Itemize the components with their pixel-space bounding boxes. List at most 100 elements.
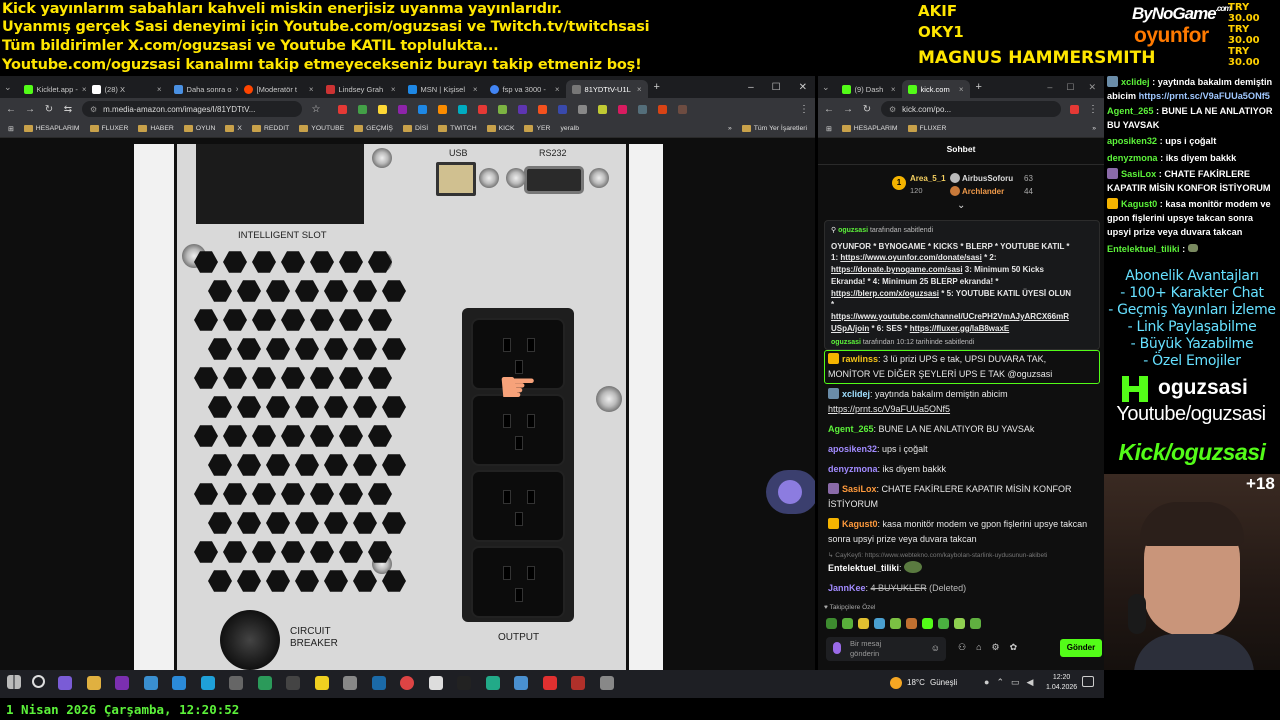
pinned-link[interactable]: https://donate.bynogame.com/sasi <box>831 265 963 274</box>
moderation-icon[interactable]: ✿ <box>1010 642 1018 653</box>
extension-icon[interactable] <box>618 104 627 114</box>
emote-icon[interactable] <box>906 618 917 629</box>
network-icon[interactable]: ▭ <box>1011 677 1020 688</box>
chat-username[interactable]: xclidej <box>842 389 870 399</box>
bookmark-twitch[interactable]: TWITCH <box>438 125 477 132</box>
chat-input[interactable]: Bir mesaj gönderin ☺ <box>826 637 946 661</box>
obs-icon[interactable] <box>286 676 300 690</box>
close-tab-icon[interactable]: × <box>391 85 396 94</box>
tab-kick[interactable]: kick.com × <box>901 80 970 98</box>
emote-icon[interactable] <box>890 618 901 629</box>
star-icon[interactable]: ☆ <box>311 104 321 115</box>
chat-username[interactable]: Kagust0 <box>842 519 878 529</box>
forward-icon[interactable]: → <box>843 104 853 115</box>
close-tab-icon[interactable]: × <box>473 85 478 94</box>
bookmark-apps-icon[interactable]: ⊞ <box>8 125 14 133</box>
chat-username[interactable]: denyzmona <box>828 464 878 474</box>
maximize-icon[interactable]: ☐ <box>772 82 781 93</box>
tab-ups-image[interactable]: 81YDTtV-U1L × <box>565 80 648 98</box>
weather-temp[interactable]: 18°C <box>907 678 925 687</box>
chat-username[interactable]: SasiLox <box>842 484 877 494</box>
search-icon[interactable] <box>32 675 45 688</box>
monitor-app-icon[interactable] <box>143 676 158 690</box>
chat-username[interactable]: rawlinss <box>842 354 878 364</box>
bookmark-haber[interactable]: HABER <box>138 125 174 132</box>
maximize-icon[interactable]: ☐ <box>1066 82 1074 93</box>
all-bookmarks[interactable]: Tüm Yer İşaretleri <box>741 125 807 132</box>
tab-x[interactable]: (28) X × <box>86 80 168 98</box>
chrome-icon[interactable] <box>400 676 414 690</box>
close-tab-icon[interactable]: × <box>637 85 642 94</box>
url-field[interactable]: ⚙ m.media-amazon.com/images/I/81YDTtV... <box>82 101 302 117</box>
back-icon[interactable]: ← <box>824 104 834 115</box>
network-app-icon[interactable] <box>485 676 500 690</box>
ai-assistant-icon[interactable] <box>766 470 815 514</box>
leader-name-2[interactable]: AirbusSoforu <box>962 174 1013 183</box>
pinned-by-user[interactable]: oguzsasi <box>838 227 868 234</box>
tab-list-icon[interactable]: ⌄ <box>822 82 830 93</box>
notifications-icon[interactable] <box>1082 676 1094 687</box>
emote-icon[interactable] <box>922 618 933 629</box>
tab-later[interactable]: Daha sonra o× <box>168 80 238 98</box>
sticky-notes-icon[interactable] <box>314 676 329 690</box>
new-tab-button[interactable]: + <box>976 81 982 93</box>
extension-icon[interactable] <box>418 104 427 114</box>
new-tab-button[interactable]: + <box>654 81 660 93</box>
extension-icon[interactable] <box>598 104 607 114</box>
bookmark-apps-icon[interactable]: ⊞ <box>826 125 832 133</box>
bookmark-x[interactable]: X <box>225 125 242 132</box>
reload-icon[interactable]: ↻ <box>44 104 54 115</box>
bookmark-yeralb[interactable]: yeralb <box>560 125 579 132</box>
tab-moderator[interactable]: [Moderatör t × <box>238 80 320 98</box>
tab-fsp[interactable]: fsp va 3000 - × <box>484 80 566 98</box>
taskbar-clock[interactable]: 12:20 1.04.2026 <box>1046 673 1077 693</box>
edge-icon[interactable] <box>200 676 215 690</box>
menu-icon[interactable]: ⋮ <box>799 104 809 115</box>
profile-avatar[interactable] <box>678 104 687 114</box>
forward-icon[interactable]: → <box>25 104 35 115</box>
extension-icon[interactable] <box>558 104 567 114</box>
extension-icon[interactable] <box>398 104 407 114</box>
pinned-link[interactable]: https://www.oyunfor.com/donate/sasi <box>840 253 982 262</box>
extension-icon[interactable] <box>638 104 647 114</box>
close-window-icon[interactable]: ✕ <box>799 82 807 93</box>
close-tab-icon[interactable]: × <box>555 85 560 94</box>
extension-icon[interactable] <box>1070 104 1079 114</box>
pinned-link[interactable]: USpA/join <box>831 324 869 333</box>
emote-icon[interactable] <box>826 618 837 629</box>
bookmark-gecmis[interactable]: GEÇMİŞ <box>354 125 393 132</box>
menu-icon[interactable]: ⋮ <box>1088 104 1098 115</box>
start-button[interactable] <box>7 675 21 689</box>
pinned-link[interactable]: https://www.youtube.com/channel/UCrePH2V… <box>831 312 1069 321</box>
close-tab-icon[interactable]: × <box>157 85 162 94</box>
bookmark-fluxer[interactable]: FLUXER <box>907 125 946 132</box>
mic-icon[interactable]: ● <box>984 677 989 688</box>
onenote-icon[interactable] <box>115 676 129 690</box>
site-info-icon[interactable]: ⚙ <box>889 105 896 114</box>
extension-icon[interactable] <box>658 104 667 114</box>
extension-icon[interactable] <box>358 104 367 114</box>
bookmark-youtube[interactable]: YOUTUBE <box>299 125 344 132</box>
vivaldi-icon[interactable] <box>542 676 557 690</box>
chat-username[interactable]: Agent_265 <box>828 424 874 434</box>
extension-icon[interactable] <box>378 104 387 114</box>
emoji-icon[interactable]: ☺ <box>931 643 940 653</box>
bookmark-hesaplarim[interactable]: HESAPLARIM <box>841 125 898 132</box>
microphone-icon[interactable] <box>833 642 841 654</box>
extension-icon[interactable] <box>478 104 487 114</box>
reload-icon[interactable]: ↻ <box>862 104 872 115</box>
file-explorer-icon[interactable] <box>86 676 101 690</box>
extension-icon[interactable] <box>518 104 527 114</box>
bookmark-oyun[interactable]: OYUN <box>183 125 215 132</box>
bookmark-overflow-icon[interactable]: » <box>1092 125 1096 132</box>
pinned-link[interactable]: https://blerp.com/x/oguzsasi <box>831 289 939 298</box>
settings-icon[interactable]: ⚙ <box>992 642 1000 653</box>
extension-icon[interactable] <box>338 104 347 114</box>
send-button[interactable]: Gönder <box>1060 639 1102 657</box>
chat-username[interactable]: JannKee <box>828 583 866 593</box>
chevron-up-icon[interactable]: ⌃ <box>996 677 1004 688</box>
tools-app-icon[interactable] <box>599 676 614 690</box>
url-field[interactable]: ⚙ kick.com/po... <box>881 101 1061 117</box>
pen-app-icon[interactable] <box>58 676 72 690</box>
extension-icon[interactable] <box>438 104 447 114</box>
